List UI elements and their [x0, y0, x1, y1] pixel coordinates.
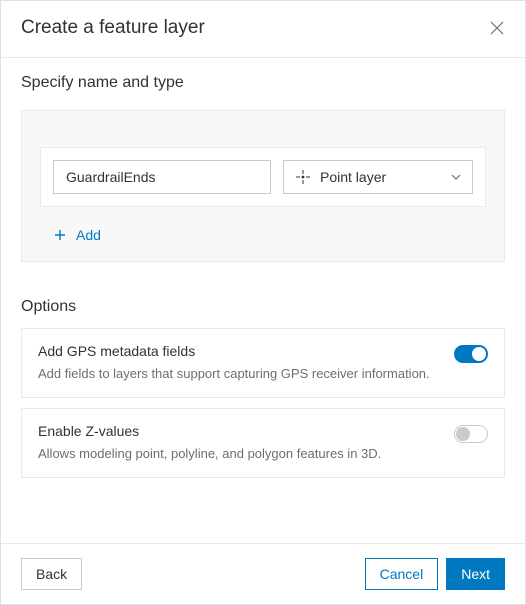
- dialog-header: Create a feature layer: [1, 1, 525, 58]
- chevron-down-icon: [450, 171, 462, 183]
- dialog-footer: Back Cancel Next: [1, 543, 525, 604]
- option-gps-metadata: Add GPS metadata fields Add fields to la…: [21, 328, 505, 398]
- option-title: Add GPS metadata fields: [38, 343, 438, 359]
- close-icon[interactable]: [489, 20, 505, 36]
- options-heading: Options: [21, 298, 505, 316]
- dialog-title: Create a feature layer: [21, 17, 205, 39]
- back-button[interactable]: Back: [21, 558, 82, 590]
- option-desc: Allows modeling point, polyline, and pol…: [38, 445, 438, 463]
- option-text: Add GPS metadata fields Add fields to la…: [38, 343, 438, 383]
- z-values-toggle[interactable]: [454, 425, 488, 443]
- add-layer-button[interactable]: Add: [40, 207, 486, 243]
- option-z-values: Enable Z-values Allows modeling point, p…: [21, 408, 505, 478]
- option-desc: Add fields to layers that support captur…: [38, 365, 438, 383]
- toggle-knob: [456, 427, 470, 441]
- layer-row: Point layer: [40, 147, 486, 207]
- dialog-content: Specify name and type Point layer: [1, 58, 525, 543]
- option-title: Enable Z-values: [38, 423, 438, 439]
- layer-type-label: Point layer: [320, 169, 440, 185]
- gps-metadata-toggle[interactable]: [454, 345, 488, 363]
- plus-icon: [54, 229, 66, 241]
- toggle-knob: [472, 347, 486, 361]
- layer-type-select[interactable]: Point layer: [283, 160, 473, 194]
- point-layer-icon: [296, 170, 310, 184]
- add-label: Add: [76, 227, 101, 243]
- layer-name-input[interactable]: [53, 160, 271, 194]
- layer-spec-box: Point layer Add: [21, 110, 505, 262]
- specify-heading: Specify name and type: [21, 74, 505, 92]
- cancel-button[interactable]: Cancel: [365, 558, 439, 590]
- option-text: Enable Z-values Allows modeling point, p…: [38, 423, 438, 463]
- next-button[interactable]: Next: [446, 558, 505, 590]
